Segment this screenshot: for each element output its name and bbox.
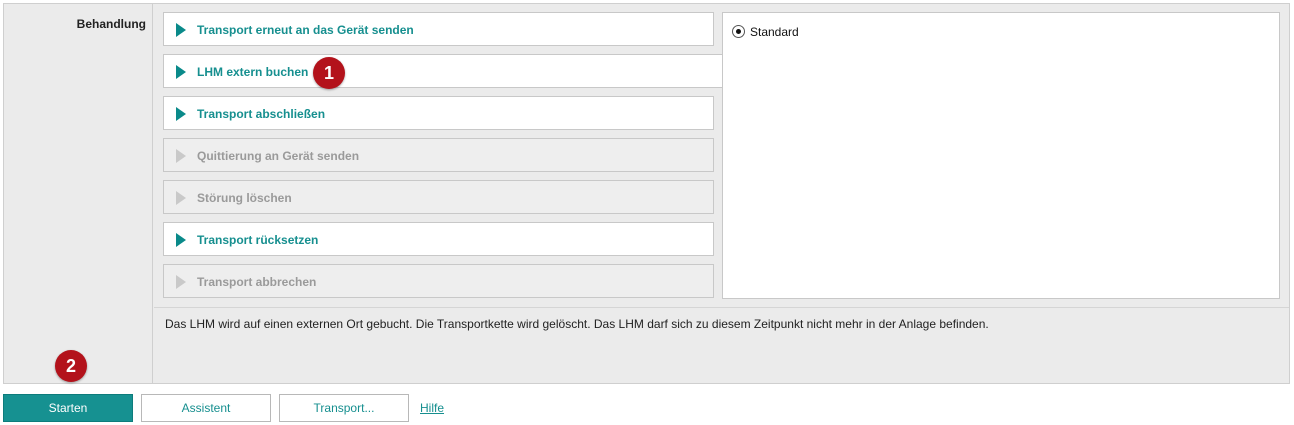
option-reset-transport[interactable]: Transport rücksetzen: [163, 222, 714, 256]
label-column: Behandlung: [4, 4, 153, 383]
triangle-right-icon: [176, 149, 186, 163]
option-label: Transport abbrechen: [197, 275, 317, 289]
callout-badge-2: 2: [55, 350, 87, 382]
option-detail-panel: Standard: [722, 12, 1280, 299]
treatment-frame: Behandlung Transport erneut an das Gerät…: [3, 3, 1290, 384]
section-label: Behandlung: [76, 17, 146, 31]
option-label: Störung löschen: [197, 191, 292, 205]
option-label: Quittierung an Gerät senden: [197, 149, 360, 163]
callout-badge-1: 1: [313, 57, 345, 89]
transport-button[interactable]: Transport...: [279, 394, 409, 422]
option-resend-transport[interactable]: Transport erneut an das Gerät senden: [163, 12, 714, 46]
option-label: LHM extern buchen: [197, 65, 309, 79]
assistant-button[interactable]: Assistent: [141, 394, 271, 422]
help-link[interactable]: Hilfe: [420, 401, 444, 415]
start-button[interactable]: Starten: [3, 394, 133, 422]
option-book-lhm-external[interactable]: LHM extern buchen: [163, 54, 723, 88]
triangle-right-icon: [176, 191, 186, 205]
triangle-right-icon: [176, 275, 186, 289]
option-clear-fault: Störung löschen: [163, 180, 714, 214]
description-divider: [154, 307, 1289, 308]
triangle-right-icon: [176, 107, 186, 121]
option-description: Das LHM wird auf einen externen Ort gebu…: [165, 317, 989, 331]
option-send-acknowledgement: Quittierung an Gerät senden: [163, 138, 714, 172]
option-label: Transport rücksetzen: [197, 233, 319, 247]
option-label: Transport erneut an das Gerät senden: [197, 23, 414, 37]
triangle-right-icon: [176, 23, 186, 37]
radio-label-standard[interactable]: Standard: [750, 25, 799, 39]
triangle-right-icon: [176, 233, 186, 247]
option-label: Transport abschließen: [197, 107, 326, 121]
triangle-right-icon: [176, 65, 186, 79]
option-cancel-transport: Transport abbrechen: [163, 264, 714, 298]
radio-selected-icon[interactable]: [732, 25, 745, 38]
option-complete-transport[interactable]: Transport abschließen: [163, 96, 714, 130]
